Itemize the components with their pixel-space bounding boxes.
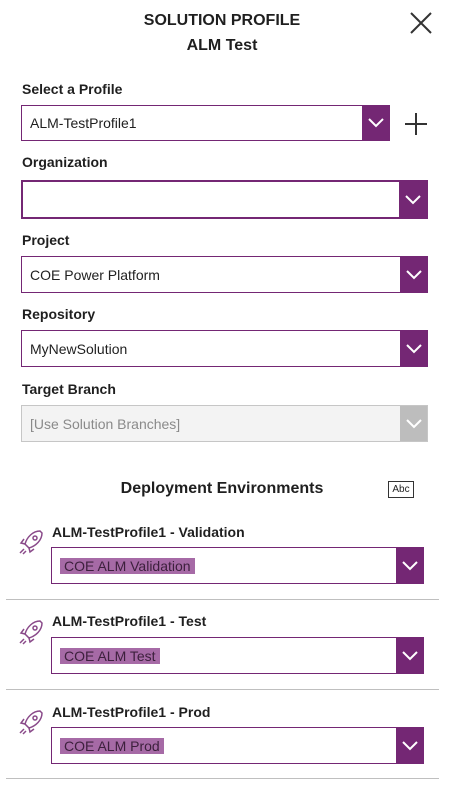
env-label-prod: ALM-TestProfile1 - Prod	[52, 704, 211, 720]
divider	[6, 689, 439, 690]
env-value-test: COE ALM Test	[60, 647, 160, 664]
profile-dropdown[interactable]: ALM-TestProfile1	[21, 105, 390, 141]
target-branch-label: Target Branch	[22, 381, 116, 397]
env-value-prod: COE ALM Prod	[60, 737, 164, 754]
rocket-icon	[18, 528, 44, 556]
deployment-title: Deployment Environments	[120, 480, 324, 497]
env-label-test: ALM-TestProfile1 - Test	[52, 613, 207, 629]
chevron-down-icon	[400, 406, 427, 441]
organization-label: Organization	[22, 154, 108, 170]
env-dropdown-prod[interactable]: COE ALM Prod	[51, 727, 424, 764]
chevron-down-icon	[400, 331, 427, 366]
page-subtitle: ALM Test	[186, 37, 258, 54]
target-branch-dropdown: [Use Solution Branches]	[21, 405, 428, 442]
repository-label: Repository	[22, 306, 96, 322]
organization-dropdown[interactable]	[21, 180, 428, 219]
repository-value: MyNewSolution	[30, 340, 128, 357]
profile-label: Select a Profile	[22, 81, 123, 97]
divider	[6, 599, 439, 600]
env-dropdown-validation[interactable]: COE ALM Validation	[51, 547, 424, 584]
project-value: COE Power Platform	[30, 266, 160, 283]
close-icon[interactable]	[408, 10, 434, 36]
target-branch-value: [Use Solution Branches]	[30, 415, 181, 432]
chevron-down-icon	[396, 638, 423, 673]
env-dropdown-test[interactable]: COE ALM Test	[51, 637, 424, 674]
divider	[6, 778, 439, 779]
chevron-down-icon	[396, 728, 423, 763]
env-value-validation: COE ALM Validation	[60, 557, 195, 574]
chevron-down-icon	[396, 548, 423, 583]
profile-value: ALM-TestProfile1	[30, 115, 137, 131]
plus-icon[interactable]	[403, 111, 429, 137]
chevron-down-icon	[399, 182, 426, 217]
repository-dropdown[interactable]: MyNewSolution	[21, 330, 428, 367]
env-label-validation: ALM-TestProfile1 - Validation	[52, 524, 245, 540]
project-label: Project	[22, 232, 70, 248]
page-title: SOLUTION PROFILE	[143, 12, 301, 29]
chevron-down-icon	[400, 257, 427, 292]
project-dropdown[interactable]: COE Power Platform	[21, 256, 428, 293]
text-format-icon[interactable]: Abc	[388, 481, 414, 498]
rocket-icon	[18, 618, 44, 646]
rocket-icon	[18, 708, 44, 736]
chevron-down-icon	[362, 106, 389, 140]
